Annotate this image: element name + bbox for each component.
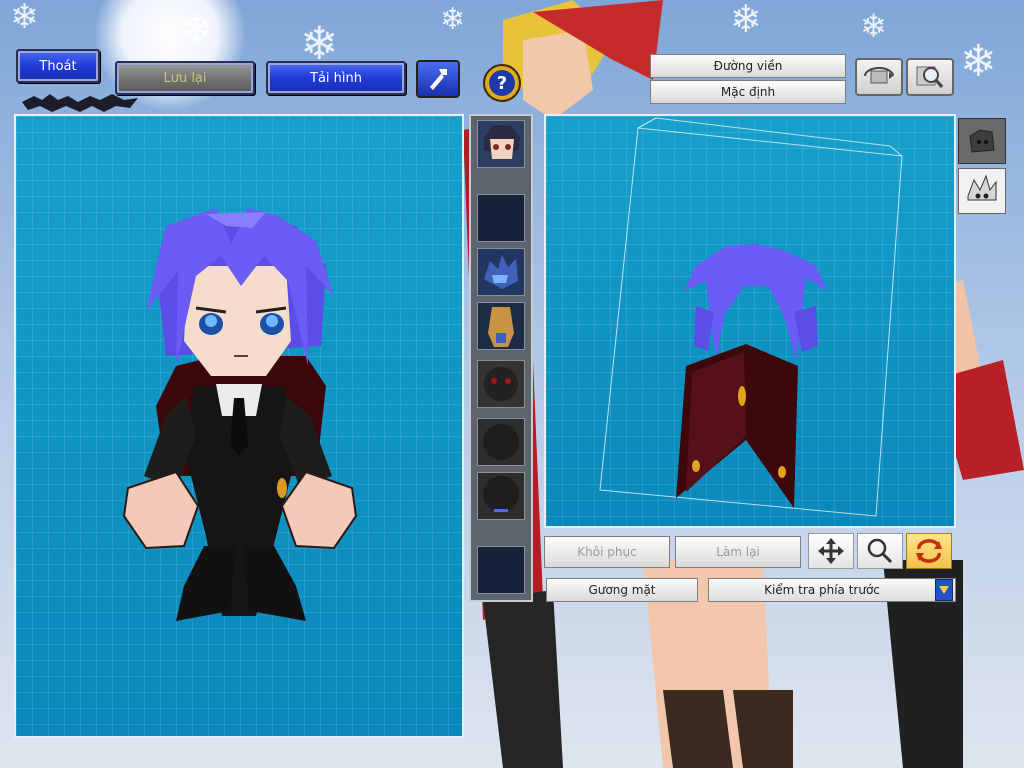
rotate-arrows-icon [916,539,942,563]
part-slot-strip [469,114,533,602]
side-tool-crest[interactable] [958,168,1006,214]
magnifier-icon [916,66,944,88]
zoom-magnifier-icon [867,538,893,564]
reload-image-button[interactable]: Tải hình [266,61,406,95]
chevron-down-icon[interactable] [935,579,953,601]
redo-button[interactable]: Làm lại [675,536,801,568]
shape-slot-1[interactable] [477,418,525,466]
hair-thumbnail [484,255,518,289]
character-preview [122,208,358,621]
restore-label: Khôi phục [577,545,637,559]
save-label: Lưu lại [163,70,207,86]
body-thumbnail [488,307,514,347]
zoom-tool-button[interactable] [857,533,903,569]
snowflake-icon: ❄ [10,0,39,37]
exit-button[interactable]: Thoát [16,49,100,83]
empty-slot-1[interactable] [477,194,525,242]
face-slot[interactable] [477,120,525,168]
move-arrows-icon [818,538,844,564]
default-view-label: Mặc định [720,85,776,99]
zoom-view-button[interactable] [906,58,954,96]
character-preview-panel [14,114,464,738]
hammer-icon [430,69,447,90]
rock-icon [969,129,995,153]
shape-thumbnail [483,476,519,512]
shape-thumbnail [483,424,519,460]
snowflake-icon: ❄ [180,7,214,53]
snowflake-icon: ❄ [440,2,466,37]
question-icon: ? [489,70,515,96]
mask-slot[interactable] [477,360,525,408]
outline-button[interactable]: Đường viền [650,54,846,78]
default-view-button[interactable]: Mặc định [650,80,846,104]
view-check-selected: Kiểm tra phía trước [764,583,880,597]
help-button[interactable]: ? [483,64,521,102]
part-model-view [599,117,903,517]
rotate-tool-button[interactable] [906,533,952,569]
face-thumbnail [484,125,520,159]
reload-image-label: Tải hình [310,70,362,86]
snowflake-icon: ❄ [300,16,339,70]
mirror-face-label: Gương mặt [588,583,656,597]
rotate-box-icon [864,67,894,84]
save-button[interactable]: Lưu lại [115,61,255,95]
mirror-face-button[interactable]: Gương mặt [546,578,698,602]
hammer-button[interactable] [416,60,460,98]
view-check-dropdown[interactable]: Kiểm tra phía trước [708,578,956,602]
exit-label: Thoát [39,58,77,74]
part-editor-viewport[interactable] [544,114,956,528]
side-tool-rock[interactable] [958,118,1006,164]
hair-slot[interactable] [477,248,525,296]
body-slot[interactable] [477,302,525,350]
shape-slot-2[interactable] [477,472,525,520]
mask-thumbnail [484,367,518,401]
restore-button[interactable]: Khôi phục [544,536,670,568]
empty-slot-2[interactable] [477,546,525,594]
outline-label: Đường viền [713,59,783,73]
move-tool-button[interactable] [808,533,854,569]
rotate-view-button[interactable] [855,58,903,96]
redo-label: Làm lại [716,545,760,559]
crest-icon [967,174,997,201]
